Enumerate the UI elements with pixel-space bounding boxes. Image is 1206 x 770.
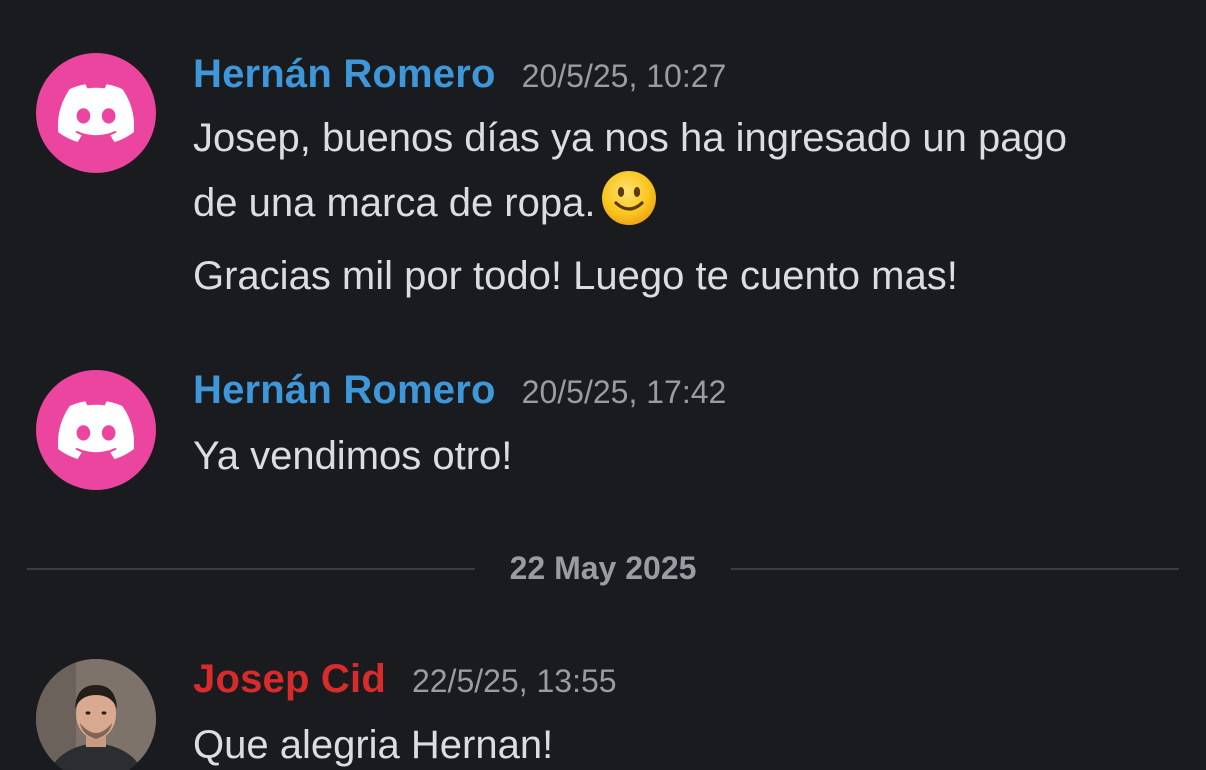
slightly-smiling-face-icon [601,170,657,245]
author-name[interactable]: Hernán Romero [193,52,496,97]
message-header: Hernán Romero 20/5/25, 10:27 [193,52,726,102]
message-header: Hernán Romero 20/5/25, 17:42 [193,368,726,418]
message-timestamp: 22/5/25, 13:55 [411,663,617,699]
message-header: Josep Cid 22/5/25, 13:55 [193,657,617,707]
message-line: Josep, buenos días ya nos ha ingresado u… [193,116,1067,160]
message-timestamp: 20/5/25, 17:42 [521,374,727,410]
author-name[interactable]: Josep Cid [193,657,386,702]
message-line: Gracias mil por todo! Luego te cuento ma… [193,254,958,298]
avatar[interactable] [36,53,156,173]
message-line: Que alegria Hernan! [193,723,554,767]
discord-logo-icon [58,84,134,142]
author-name[interactable]: Hernán Romero [193,368,496,413]
date-divider: 22 May 2025 [27,548,1179,588]
divider-line [731,568,1179,570]
message-line-with-emoji: de una marca de ropa. [193,170,1183,245]
message-content: Josep, buenos días ya nos ha ingresado u… [193,107,1183,308]
avatar[interactable] [36,370,156,490]
chat-message-list: Hernán Romero 20/5/25, 10:27 Josep, buen… [0,0,1206,770]
user-photo [36,659,156,770]
discord-logo-icon [58,401,134,459]
message-content: Que alegria Hernan! [193,714,1183,770]
message-timestamp: 20/5/25, 10:27 [521,58,727,94]
message-line: de una marca de ropa. [193,181,596,225]
avatar[interactable] [36,659,156,770]
message-line: Ya vendimos otro! [193,434,513,478]
message-content: Ya vendimos otro! [193,425,1183,488]
